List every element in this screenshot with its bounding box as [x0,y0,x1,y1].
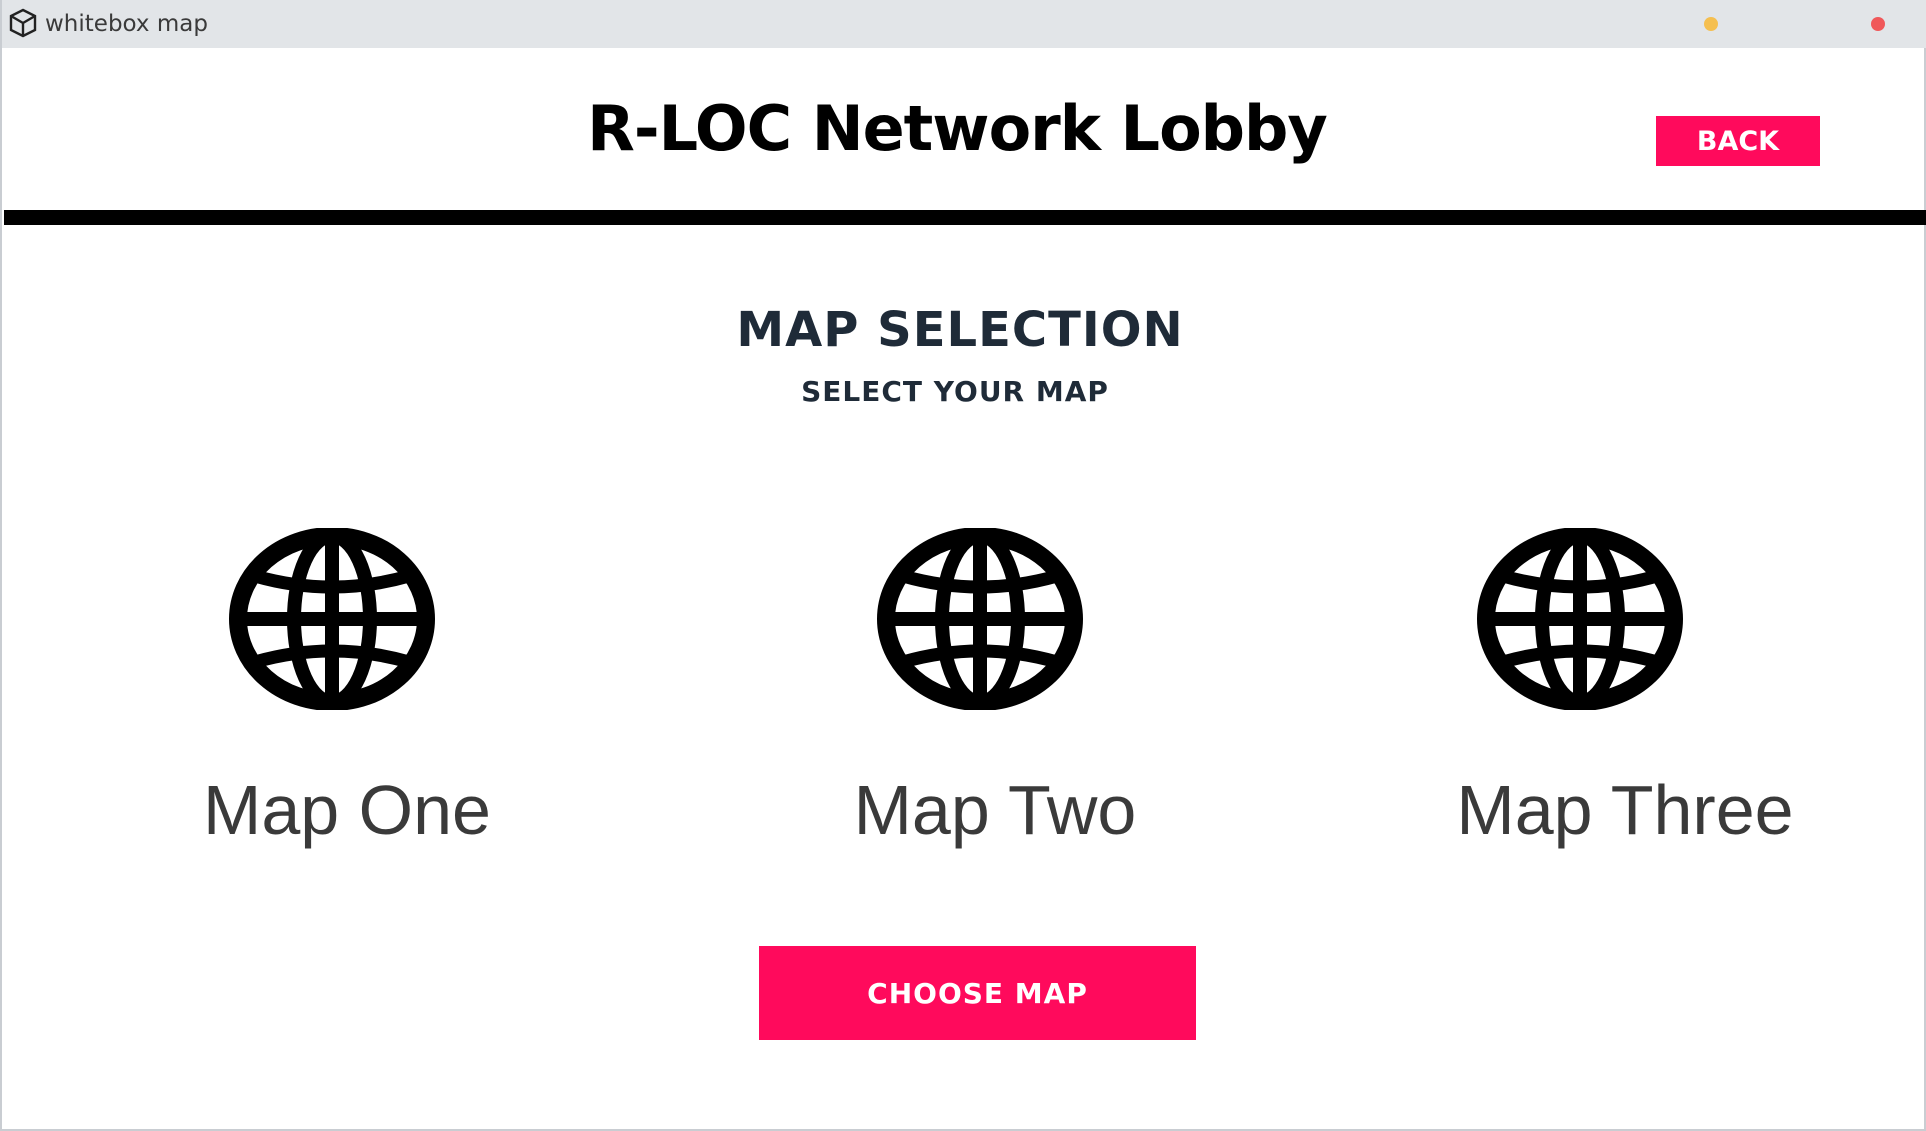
minimize-button[interactable] [1704,17,1718,31]
section-subtitle: SELECT YOUR MAP [801,375,1109,408]
globe-icon [1477,528,1683,710]
map-label-three: Map Three [1456,771,1794,849]
map-option-three[interactable]: Map Three [1425,520,1825,860]
map-option-two[interactable]: Map Two [795,520,1195,860]
choose-map-button[interactable]: CHOOSE MAP [759,946,1196,1040]
globe-icon [229,528,435,710]
header-divider [4,210,1926,225]
window-title: whitebox map [45,11,208,37]
map-option-one[interactable]: Map One [147,520,547,860]
close-button[interactable] [1871,17,1885,31]
app-window: whitebox map R-LOC Network Lobby BACK MA… [0,0,1926,1131]
back-button[interactable]: BACK [1656,116,1820,166]
globe-icon [877,528,1083,710]
unity-logo-icon [9,8,37,38]
map-label-two: Map Two [853,771,1137,849]
map-label-one: Map One [203,771,491,849]
page-title: R-LOC Network Lobby [587,92,1328,165]
window-titlebar[interactable]: whitebox map [2,0,1926,48]
section-title: MAP SELECTION [736,302,1184,358]
